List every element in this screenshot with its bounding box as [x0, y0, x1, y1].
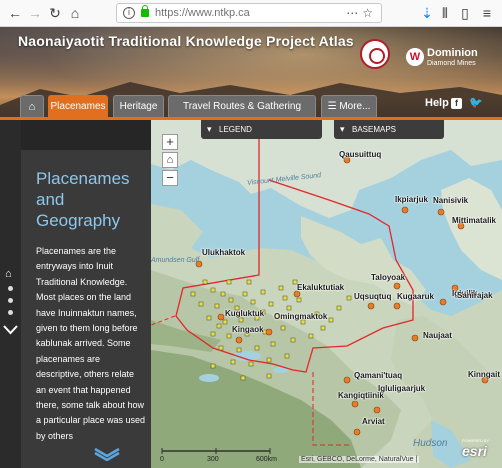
brand-subtitle: Diamond Mines	[427, 60, 476, 67]
zoom-in-button[interactable]: +	[162, 134, 178, 150]
place-label[interactable]: Omingmaktok	[274, 312, 327, 321]
tab-travel-routes[interactable]: Travel Routes & Gathering Places	[168, 95, 316, 134]
scale-tick: 0	[160, 456, 164, 463]
place-label[interactable]: Kinngait	[468, 370, 500, 379]
info-icon[interactable]: i	[123, 7, 135, 19]
place-label[interactable]: Sanirajak	[457, 291, 493, 300]
place-label[interactable]: Kingaok	[232, 325, 264, 334]
place-label[interactable]: Taloyoak	[371, 273, 405, 282]
place-label[interactable]: Ekaluktutiak	[297, 283, 344, 292]
tab-label: More...	[339, 101, 371, 112]
lock-icon	[141, 5, 149, 17]
reload-icon[interactable]: ↻	[46, 4, 64, 22]
url-text: https://www.ntkp.ca	[155, 7, 250, 19]
browser-toolbar: ← → ↻ ⌂ i https://www.ntkp.ca ⋯☆ ⇣ ⫴ ▯ ≡	[0, 0, 502, 27]
tab-label: Heritage	[119, 101, 158, 112]
panel-title: Placenames and Geography	[36, 169, 130, 230]
sidebar-icon[interactable]: ▯	[456, 4, 474, 22]
place-label[interactable]: Qamani'tuaq	[354, 371, 402, 380]
twitter-icon[interactable]: 🐦	[469, 98, 483, 109]
list-icon: ☰	[327, 101, 337, 112]
back-arrow-icon[interactable]: ←	[6, 4, 24, 22]
esri-logo[interactable]: esri	[462, 443, 487, 459]
panel-rail: ⌂	[0, 120, 21, 468]
page-actions-icon[interactable]: ⋯☆	[346, 6, 377, 20]
scale-bar: 0 300 600km	[160, 448, 280, 468]
help-link[interactable]: Help	[425, 97, 449, 109]
facebook-icon[interactable]: f	[451, 98, 462, 109]
dominion-logo-icon: W	[406, 48, 424, 66]
brand-name: Dominion	[427, 47, 478, 59]
page-dot[interactable]	[8, 310, 13, 315]
place-label[interactable]: Arviat	[362, 417, 385, 426]
home-icon[interactable]: ⌂	[5, 268, 12, 280]
menu-icon[interactable]: ≡	[478, 4, 496, 22]
page-dot[interactable]	[8, 286, 13, 291]
tab-more[interactable]: ☰ More...	[321, 95, 377, 117]
forward-arrow-icon[interactable]: →	[26, 4, 44, 22]
tab-home[interactable]: ⌂	[20, 95, 44, 117]
water-label: Hudson	[413, 438, 448, 449]
home-icon: ⌂	[28, 101, 36, 113]
url-bar[interactable]: i https://www.ntkp.ca ⋯☆	[116, 3, 382, 23]
panel-body: Placenames are the entryways into Inuit …	[36, 246, 146, 441]
download-icon[interactable]: ⇣	[418, 4, 436, 22]
map-attribution[interactable]: Esri, GEBCO, DeLorme, NaturalVue |	[299, 456, 420, 463]
basemaps-toggle[interactable]: ▾ BASEMAPS	[334, 120, 444, 139]
place-label[interactable]: Kugluktuk	[225, 309, 264, 318]
library-icon[interactable]: ⫴	[436, 4, 454, 22]
site-title: Naonaiyaotit Traditional Knowledge Proje…	[18, 33, 354, 49]
chevron-down-icon: ▾	[340, 124, 345, 134]
place-label[interactable]: Ulukhaktok	[202, 248, 245, 257]
info-panel: Placenames and Geography Placenames are …	[21, 120, 151, 468]
basemap	[151, 120, 502, 468]
tab-label: Placenames	[50, 101, 106, 112]
place-label[interactable]: Mittimatalik	[452, 216, 496, 225]
water-label: Amundsen Gulf	[151, 257, 200, 264]
place-label[interactable]: Uqsuqtuq	[354, 292, 391, 301]
scale-tick: 600km	[256, 456, 278, 463]
place-label[interactable]: Igluligaarjuk	[378, 384, 425, 393]
place-label[interactable]: Kangiqtiinik	[338, 391, 384, 400]
chevron-down-icon[interactable]	[3, 325, 18, 335]
chevron-down-icon: ▾	[207, 124, 212, 134]
place-label[interactable]: Ikpiarjuk	[395, 195, 428, 204]
tab-placenames[interactable]: Placenames	[48, 95, 108, 117]
place-label[interactable]: Nanisivik	[433, 196, 468, 205]
page-dot[interactable]	[8, 298, 13, 303]
map-view[interactable]: Amundsen Gulf Viscount Melville Sound Hu…	[151, 120, 502, 468]
place-label[interactable]: Kugaaruk	[397, 292, 434, 301]
home-extent-button[interactable]: ⌂	[162, 152, 178, 168]
place-label[interactable]: Naujaat	[423, 331, 452, 340]
knowledge-project-logo	[360, 39, 390, 69]
home-icon[interactable]: ⌂	[66, 4, 84, 22]
zoom-out-button[interactable]: −	[162, 170, 178, 186]
tab-heritage[interactable]: Heritage	[113, 95, 164, 117]
scroll-down-icon[interactable]	[93, 447, 121, 461]
legend-toggle[interactable]: ▾ LEGEND	[201, 120, 322, 139]
place-label[interactable]: Qausuittuq	[339, 150, 381, 159]
scale-tick: 300	[207, 456, 219, 463]
